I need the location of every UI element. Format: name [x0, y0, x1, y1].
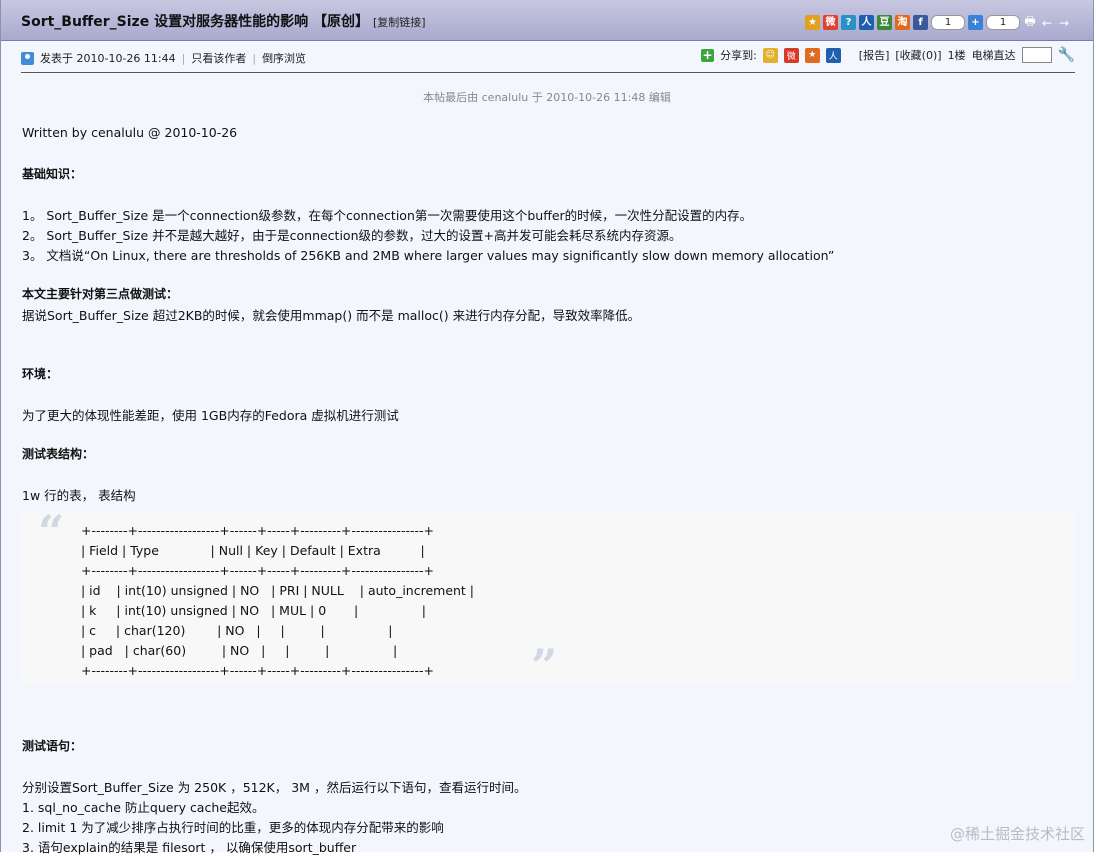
only-author-link[interactable]: 只看该作者 [191, 50, 246, 66]
favorite-link[interactable]: [收藏(0)] [895, 47, 941, 63]
share-qzone-icon[interactable]: ★ [805, 15, 820, 30]
post-time: 发表于 2010-10-26 11:44 [40, 52, 176, 65]
focus-text: 据说Sort_Buffer_Size 超过2KB的时候，就会使用mmap() 而… [22, 308, 641, 323]
post-meta-right: + 分享到: ☺ 微 ★ 人 [报告] [收藏(0)] 1楼 电梯直达 🔧 [701, 47, 1075, 63]
share-smile-icon[interactable]: ☺ [762, 47, 778, 63]
share-counter: 1 [931, 15, 965, 30]
report-link[interactable]: [报告] [859, 47, 890, 63]
quote-line: +--------+------------------+------+----… [81, 523, 434, 538]
share-douban-icon[interactable]: 豆 [877, 15, 892, 30]
post-meta-left: 发表于 2010-10-26 11:44 | 只看该作者 | 倒序浏览 [21, 50, 306, 66]
title-bar: Sort_Buffer_Size 设置对服务器性能的影响 【原创】 [复制链接] … [1, 0, 1093, 41]
statement-intro: 分别设置Sort_Buffer_Size 为 250K ，512K， 3M ，然… [22, 780, 527, 795]
share-renren-icon[interactable]: 人 [859, 15, 874, 30]
prev-thread-icon[interactable]: ← [1040, 16, 1054, 30]
quote-line: | Field | Type | Null | Key | Default | … [81, 543, 425, 558]
byline: Written by cenalulu @ 2010-10-26 [22, 125, 238, 140]
floor-jump-input[interactable] [1021, 47, 1052, 63]
heading-statement: 测试语句： [22, 739, 83, 753]
jump-label: 电梯直达 [971, 49, 1016, 62]
edit-note: 本帖最后由 cenalulu 于 2010-10-26 11:48 编辑 [423, 91, 671, 104]
wrench-icon[interactable]: 🔧 [1058, 47, 1075, 63]
share-weibo-small-icon[interactable]: 微 [783, 47, 799, 63]
plus-counter: 1 [986, 15, 1020, 30]
heading-basics: 基础知识： [22, 167, 83, 181]
reverse-order-link[interactable]: 倒序浏览 [262, 50, 306, 66]
watermark: @稀土掘金技术社区 [949, 825, 1085, 843]
floor-number: 1楼 [947, 49, 966, 62]
separator: | [181, 51, 186, 65]
open-quote-icon: “ [38, 505, 65, 559]
share-sohu-icon[interactable]: 淘 [895, 15, 910, 30]
share-star-icon[interactable]: ★ [804, 47, 820, 63]
heading-table: 测试表结构： [22, 447, 95, 461]
quote-line: | pad | char(60) | NO | | | | [81, 643, 398, 658]
thread-title: Sort_Buffer_Size 设置对服务器性能的影响 【原创】 [复制链接] [21, 11, 426, 31]
thread-title-text: Sort_Buffer_Size 设置对服务器性能的影响 【原创】 [21, 14, 369, 30]
quote-line: +--------+------------------+------+----… [81, 563, 434, 578]
close-quote-icon: ” [531, 639, 558, 693]
env-text: 为了更大的体现性能差距，使用 1GB内存的Fedora 虚拟机进行测试 [22, 408, 399, 423]
print-icon[interactable]: 🖶 [1023, 12, 1037, 33]
share-label: 分享到: [720, 49, 757, 62]
basic-item-1: 1。 Sort_Buffer_Size 是一个connection级参数，在每个… [22, 208, 753, 223]
share-weibo-icon[interactable]: 微 [823, 15, 838, 30]
author-avatar-icon [21, 51, 34, 65]
quote-line: | c | char(120) | NO | | | | [81, 623, 393, 638]
statement-item-1: 1. sql_no_cache 防止query cache起效。 [22, 800, 265, 815]
heading-env: 环境： [22, 367, 59, 381]
copy-link[interactable]: [复制链接] [373, 16, 426, 29]
quote-line: | id | int(10) unsigned | NO | PRI | NUL… [81, 583, 475, 598]
statement-item-3: 3. 语句explain的结果是 filesort ， 以确保使用sort_bu… [22, 840, 357, 855]
facebook-icon[interactable]: f [913, 15, 928, 30]
code-quote-block: “ +--------+------------------+------+--… [22, 505, 1074, 693]
separator: | [252, 51, 257, 65]
share-tencent-icon[interactable]: ? [841, 15, 856, 30]
post-frame: Sort_Buffer_Size 设置对服务器性能的影响 【原创】 [复制链接] … [0, 0, 1094, 855]
basic-item-3: 3。 文档说“On Linux, there are thresholds of… [22, 248, 835, 263]
next-thread-icon[interactable]: → [1057, 16, 1071, 30]
add-icon[interactable]: + [701, 48, 715, 62]
share-toolbar: ★ 微 ? 人 豆 淘 f 1 + 1 🖶 ← → [805, 12, 1071, 33]
heading-focus: 本文主要针对第三点做测试： [22, 287, 179, 301]
quote-line: +--------+------------------+------+----… [81, 663, 434, 678]
table-intro: 1w 行的表， 表结构 [22, 488, 136, 503]
share-renren-small-icon[interactable]: 人 [825, 47, 841, 63]
quote-line: | k | int(10) unsigned | NO | MUL | 0 | … [81, 603, 426, 618]
basic-item-2: 2。 Sort_Buffer_Size 并不是越大越好，由于是connectio… [22, 228, 682, 243]
statement-item-2: 2. limit 1 为了减少排序占执行时间的比重，更多的体现内存分配带来的影响 [22, 820, 444, 835]
post-meta-bar: 发表于 2010-10-26 11:44 | 只看该作者 | 倒序浏览 + 分享… [21, 42, 1075, 73]
plus-share-icon[interactable]: + [968, 15, 983, 30]
